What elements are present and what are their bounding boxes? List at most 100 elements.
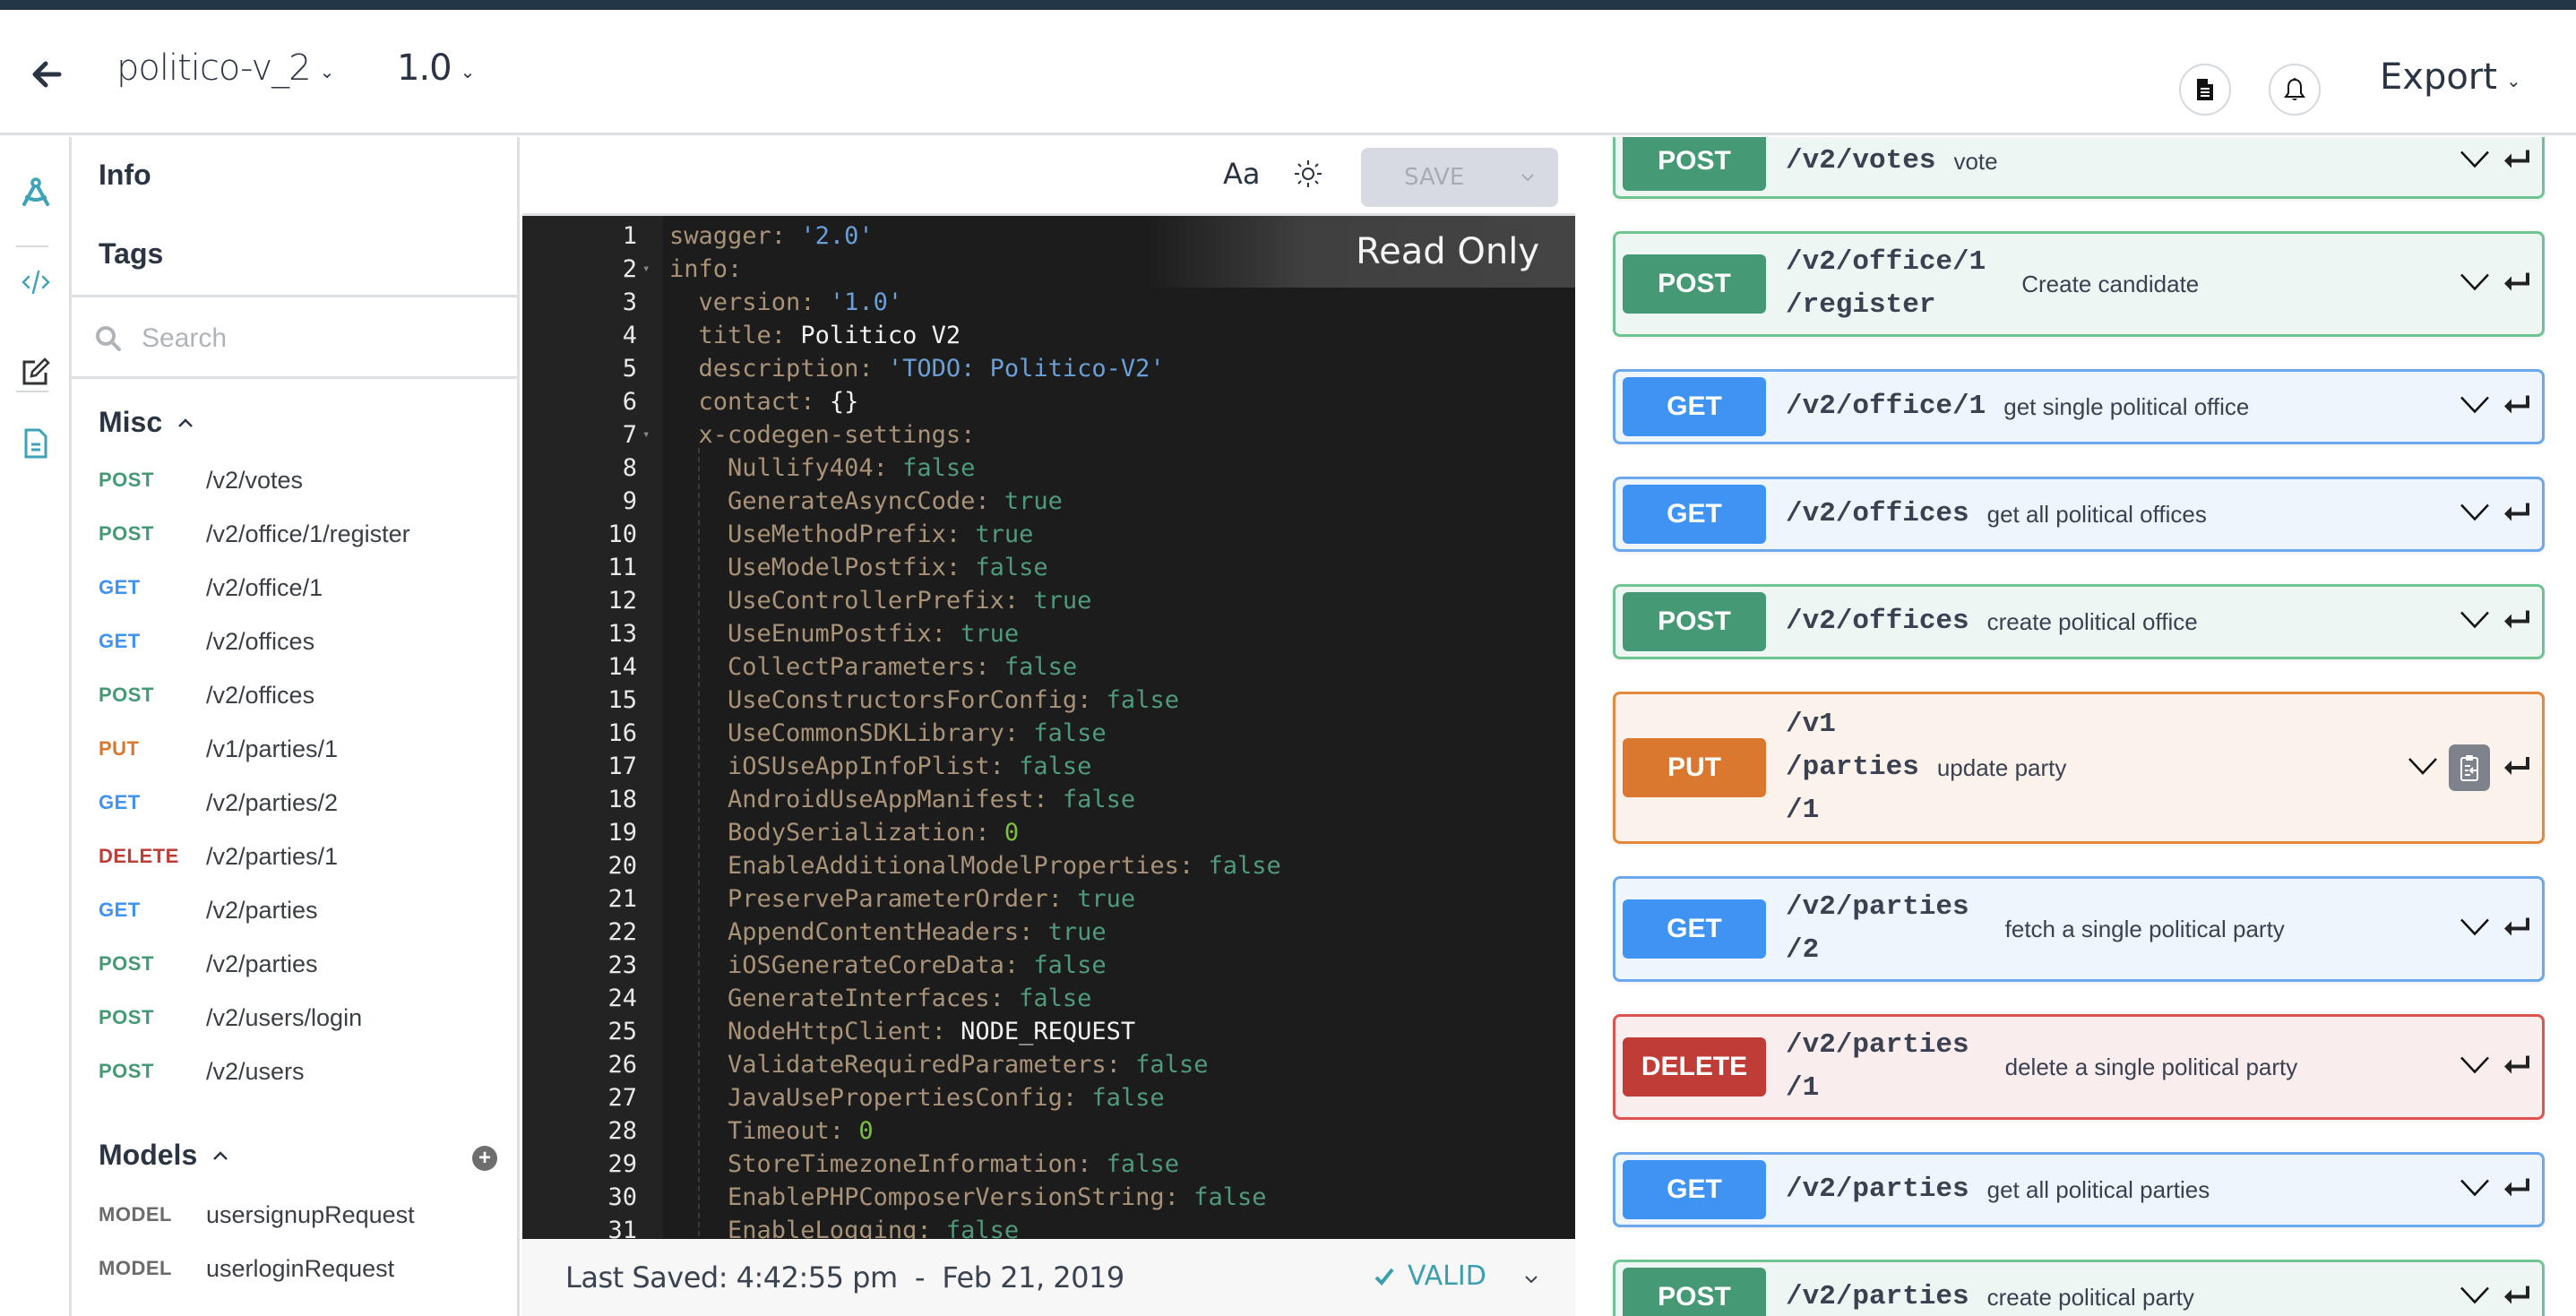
sidebar-model-item[interactable]: MODEL usersignupRequest	[99, 1192, 511, 1237]
sidebar-operation-item[interactable]: POST/v2/users/login	[99, 995, 511, 1040]
save-button[interactable]: SAVE	[1361, 148, 1558, 207]
operation-card[interactable]: POST/v2/votes vote	[1613, 137, 2545, 199]
operations-panel: POST/v2/votes vote POST/v2/office/1/regist…	[1577, 137, 2576, 1316]
operation-path: /v2/parties	[1786, 1276, 1969, 1316]
expand-button[interactable]	[2460, 273, 2490, 296]
line-number: 24	[607, 985, 637, 1012]
try-it-button[interactable]	[2501, 271, 2531, 297]
sidebar-operation-item[interactable]: POST/v2/offices	[99, 673, 511, 718]
sidebar-operation-item[interactable]: GET/v2/office/1	[99, 565, 511, 610]
validation-status[interactable]: VALID	[1374, 1260, 1486, 1292]
code-token: UseMethodPrefix:	[669, 520, 976, 548]
sidebar-operation-item[interactable]: POST/v2/parties	[99, 942, 511, 986]
path-segment: /v2/parties	[1786, 1029, 1969, 1061]
sidebar-operation-item[interactable]: DELETE/v2/parties/1	[99, 834, 511, 879]
rail-edit[interactable]	[16, 352, 56, 391]
operation-path: /v2/parties	[206, 950, 318, 977]
documentation-button[interactable]	[2179, 64, 2231, 116]
chevron-down-icon	[2460, 1056, 2489, 1074]
try-it-button[interactable]	[2501, 755, 2531, 781]
code-area[interactable]: 1 swagger: '2.0' 2 ▾ info: 3 version: '1.0' 4 …	[522, 216, 1575, 1239]
operation-card[interactable]: GET/v2/office/1 get single political offi…	[1613, 369, 2545, 444]
chevron-up-icon	[213, 1150, 228, 1160]
try-it-button[interactable]	[2501, 1054, 2531, 1080]
operation-path: /v2/parties/1	[206, 842, 339, 870]
code-token: false	[1019, 985, 1092, 1012]
font-size-toggle[interactable]: Aa	[1223, 157, 1261, 191]
chevron-down-icon: ⌄	[319, 61, 335, 82]
models-section-toggle[interactable]: Models	[99, 1139, 229, 1172]
expand-button[interactable]	[2460, 1286, 2490, 1309]
sidebar-operation-item[interactable]: POST/v2/users	[99, 1049, 511, 1094]
project-selector[interactable]: politico-v_2 ⌄	[116, 47, 335, 89]
try-it-button[interactable]	[2501, 149, 2531, 175]
rail-design[interactable]	[16, 173, 56, 212]
sidebar-operation-item[interactable]: GET/v2/parties/2	[99, 780, 511, 825]
expand-button[interactable]	[2460, 1179, 2490, 1201]
operation-path: /v2/parties/2	[1786, 886, 1969, 972]
try-it-button[interactable]	[2501, 1285, 2531, 1311]
divider	[72, 376, 517, 379]
sidebar-operation-item[interactable]: GET/v2/parties	[99, 888, 511, 933]
operation-card[interactable]: POST/v2/office/1/register Create candidat…	[1613, 231, 2545, 337]
sidebar-operation-item[interactable]: POST/v2/votes	[99, 458, 511, 503]
fold-toggle-icon[interactable]: ▾	[642, 253, 650, 286]
search-input[interactable]	[142, 323, 482, 354]
sidebar-model-item[interactable]: MODEL userloginRequest	[99, 1246, 511, 1291]
rail-docs[interactable]	[16, 424, 56, 463]
version-label: 1.0	[397, 47, 452, 89]
expand-button[interactable]	[2460, 151, 2490, 173]
code-text: UseCommonSDKLibrary: false	[669, 717, 1107, 750]
code-token: true	[1077, 885, 1136, 913]
validation-expand[interactable]	[1524, 1266, 1538, 1289]
expand-button[interactable]	[2408, 757, 2438, 779]
expand-button[interactable]	[2460, 503, 2490, 526]
sidebar-operation-item[interactable]: PUT/v1/parties/1	[99, 727, 511, 771]
code-token: UseEnumPostfix:	[669, 620, 961, 648]
try-it-button[interactable]	[2501, 1177, 2531, 1203]
version-selector[interactable]: 1.0 ⌄	[397, 47, 475, 89]
expand-button[interactable]	[2460, 396, 2490, 418]
code-line: 27 JavaUsePropertiesConfig: false	[522, 1081, 1575, 1114]
try-it-button[interactable]	[2501, 502, 2531, 528]
theme-toggle[interactable]	[1293, 159, 1323, 194]
file-text-icon	[2197, 79, 2213, 100]
code-line: 17 iOSUseAppInfoPlist: false	[522, 750, 1575, 783]
project-name: politico-v_2	[116, 47, 312, 89]
try-it-button[interactable]	[2501, 916, 2531, 942]
export-menu[interactable]: Export ⌄	[2380, 56, 2521, 98]
sidebar-operation-item[interactable]: GET/v2/offices	[99, 619, 511, 664]
expand-button[interactable]	[2460, 918, 2490, 941]
operation-card[interactable]: GET/v2/parties/2 fetch a single political…	[1613, 876, 2545, 982]
enter-return-icon	[2504, 503, 2529, 521]
code-text: BodySerialization: 0	[669, 816, 1019, 849]
misc-section-toggle[interactable]: Misc	[99, 406, 194, 439]
check-icon	[1374, 1268, 1394, 1286]
add-model-button[interactable]: +	[472, 1146, 497, 1171]
expand-button[interactable]	[2460, 611, 2490, 633]
read-only-badge: Read Only	[1145, 216, 1575, 288]
sidebar-info[interactable]: Info	[99, 159, 151, 192]
operation-card[interactable]: GET/v2/parties get all political parties	[1613, 1152, 2545, 1227]
operation-path: /v2/office/1	[206, 573, 323, 601]
code-text: iOSUseAppInfoPlist: false	[669, 750, 1091, 783]
expand-button[interactable]	[2460, 1056, 2490, 1079]
copy-button[interactable]	[2449, 744, 2490, 791]
rail-code[interactable]	[16, 262, 56, 302]
arrow-left-icon	[32, 61, 62, 88]
operation-card[interactable]: PUT/v1/parties/1 update party	[1613, 692, 2545, 844]
sidebar-tags[interactable]: Tags	[99, 237, 163, 271]
operation-card[interactable]: POST/v2/parties create political party	[1613, 1260, 2545, 1316]
search-icon	[96, 326, 121, 351]
try-it-button[interactable]	[2501, 394, 2531, 420]
try-it-button[interactable]	[2501, 609, 2531, 635]
operation-card[interactable]: POST/v2/offices create political office	[1613, 584, 2545, 659]
sidebar-operation-item[interactable]: POST/v2/office/1/register	[99, 512, 511, 556]
operation-path: /v2/offices	[206, 681, 315, 709]
notifications-button[interactable]	[2269, 64, 2321, 116]
operation-card[interactable]: DELETE/v2/parties/1 delete a single polit…	[1613, 1014, 2545, 1120]
fold-toggle-icon[interactable]: ▾	[642, 418, 650, 452]
back-button[interactable]	[27, 55, 66, 94]
operation-card[interactable]: GET/v2/offices get all political offices	[1613, 477, 2545, 552]
line-number: 10	[607, 520, 637, 548]
